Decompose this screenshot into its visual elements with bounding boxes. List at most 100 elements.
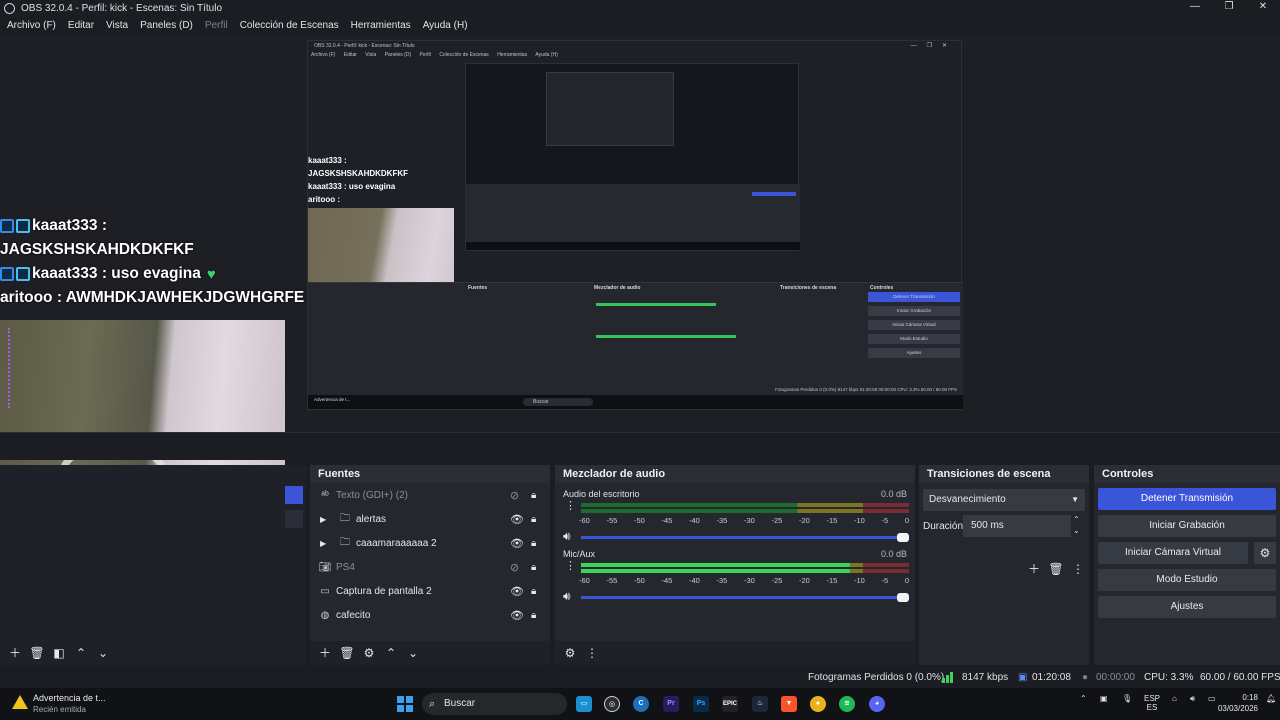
gear-icon[interactable]: ⚙ [1254,542,1276,564]
lock-icon[interactable]: 🔒︎ [531,490,536,501]
stop-stream-button[interactable]: Detener Transmisión [1098,488,1276,510]
close-button[interactable]: ✕ [1246,0,1280,16]
source-down-button[interactable]: ⌄ [402,643,424,663]
network-icon[interactable]: ⌂ [1172,694,1177,703]
menu-tools[interactable]: Herramientas [346,20,416,31]
obs-taskbar-icon[interactable]: ◎ [604,696,620,712]
menu-profile[interactable]: Perfil [200,20,233,31]
add-transition-button[interactable]: ＋ [1023,559,1045,579]
studio-mode-button[interactable]: Modo Estudio [1098,569,1276,591]
chevron-down-icon[interactable]: ⌄ [1073,525,1080,536]
volume-slider[interactable] [581,593,909,602]
photoshop-icon[interactable]: Ps [693,696,709,712]
premiere-icon[interactable]: Pr [663,696,679,712]
menu-docks[interactable]: Paneles (D) [135,20,198,31]
start-recording-button[interactable]: Iniciar Grabación [1098,515,1276,537]
volume-slider[interactable] [581,533,909,542]
add-scene-button[interactable]: ＋ [4,643,26,663]
volume-slider-knob[interactable] [897,533,909,542]
start-virtual-camera-button[interactable]: Iniciar Cámara Virtual [1098,542,1248,564]
eye-hidden-icon[interactable]: ⊘ [510,489,519,502]
expand-arrow-icon[interactable]: ▶ [320,539,330,548]
tray-chevron-icon[interactable]: ⌃ [1080,694,1087,703]
tick-label: -60 [579,576,590,585]
source-group[interactable]: ▶ 🗀 alertas 👁︎ 🔒︎ [310,507,550,531]
eye-icon[interactable]: 👁︎ [510,513,524,526]
settings-button[interactable]: Ajustes [1098,596,1276,618]
scene-filter-button[interactable]: ◧ [48,643,70,663]
source-item[interactable]: ◍ cafecito 👁︎ 🔒︎ [310,603,550,627]
remove-scene-button[interactable]: 🗑 [26,643,48,663]
preview-canvas[interactable]: OBS 32.0.4 - Perfil: kick - Escenas: Sin… [0,36,1280,530]
epic-games-icon[interactable]: EPIC [722,696,738,712]
spotify-icon[interactable]: ≋ [839,696,855,712]
scene-up-button[interactable]: ⌃ [70,643,92,663]
remove-transition-button[interactable]: 🗑 [1045,559,1067,579]
source-item[interactable]: 📷︎ PS4 ⊘ 🔒︎ [310,555,550,579]
lock-icon[interactable]: 🔒︎ [531,514,536,525]
mixer-body: Audio del escritorio 0.0 dB ⋮ -60 -55 -50-… [555,483,915,641]
lock-icon[interactable]: 🔒︎ [531,586,536,597]
steam-icon[interactable]: ♨ [752,696,768,712]
eye-icon[interactable]: 👁︎ [510,585,524,598]
language-indicator[interactable]: ESP ES [1144,694,1160,712]
source-item[interactable]: ᵃᵇ Texto (GDI+) (2) ⊘ 🔒︎ [310,483,550,507]
menu-edit[interactable]: Editar [63,20,99,31]
lock-icon[interactable]: 🔒︎ [531,610,536,621]
windows-start-icon[interactable] [397,696,413,712]
brave-icon[interactable]: ▼ [781,696,797,712]
source-item[interactable]: ▭ Captura de pantalla 2 👁︎ 🔒︎ [310,579,550,603]
scene-item[interactable] [285,510,303,528]
more-options-icon[interactable]: ⋮ [565,501,576,512]
microphone-icon[interactable]: 🎙︎ [1122,694,1132,703]
system-clock[interactable]: 0:18 03/03/2026 [1218,692,1258,714]
menu-view[interactable]: Vista [101,20,133,31]
transition-menu-icon[interactable]: ⋮ [1067,559,1089,579]
nested-menu-item: Paneles (D) [384,52,412,58]
tray-app-icon[interactable]: ▣ [1100,694,1108,703]
expand-arrow-icon[interactable]: ▶ [320,515,330,524]
chrome-icon[interactable]: ● [810,696,826,712]
chevron-up-icon[interactable]: ⌃ [1073,514,1080,525]
speaker-icon[interactable]: 🔊︎ [563,589,571,604]
more-options-icon[interactable]: ⋮ [565,561,576,572]
capcut-icon[interactable]: C [633,696,649,712]
duration-input[interactable]: 500 ms [963,515,1071,537]
speaker-icon[interactable]: 🔊︎ [563,529,571,544]
desktop-app-icon[interactable]: ▭ [576,696,592,712]
discord-icon[interactable]: ◕ [869,696,885,712]
scene-item-selected[interactable] [285,486,303,504]
mixer-menu-icon[interactable]: ⋮ [581,643,603,663]
tick-label: 0 [904,516,909,525]
duration-spinner[interactable]: ⌃ ⌄ [1073,514,1080,536]
preview-area[interactable]: OBS 32.0.4 - Perfil: kick - Escenas: Sin… [0,36,1280,530]
notification-title[interactable]: Advertencia de t... [33,693,106,703]
volume-slider-knob[interactable] [897,593,909,602]
source-up-button[interactable]: ⌃ [380,643,402,663]
lock-icon[interactable]: 🔒︎ [531,562,536,573]
source-properties-button[interactable]: ⚙ [358,643,380,663]
menu-file[interactable]: Archivo (F) [2,20,61,31]
clock-time: 0:18 [1242,693,1258,702]
volume-icon[interactable]: 🔊︎ [1190,694,1195,704]
menu-help[interactable]: Ayuda (H) [418,20,473,31]
advanced-audio-icon[interactable]: ⚙ [559,643,581,663]
eye-icon[interactable]: 👁︎ [510,537,524,550]
notification-bell-icon[interactable]: 🔔︎ [1266,694,1276,703]
lock-icon[interactable]: 🔒︎ [531,538,536,549]
nested-control-button: Modo Estudio [868,334,960,344]
eye-icon[interactable]: 👁︎ [510,609,524,622]
transition-select[interactable]: Desvanecimiento ▼ [923,489,1085,511]
tick-label: -40 [689,576,700,585]
eye-hidden-icon[interactable]: ⊘ [510,561,519,574]
minimize-button[interactable]: — [1178,0,1212,16]
scene-down-button[interactable]: ⌄ [92,643,114,663]
taskbar-search[interactable]: ⌕ Buscar [422,693,567,715]
remove-source-button[interactable]: 🗑 [336,643,358,663]
maximize-button[interactable]: ❐ [1212,0,1246,16]
source-group[interactable]: ▶ 🗀 caaamaraaaaaa 2 👁︎ 🔒︎ [310,531,550,555]
folder-icon: 🗀 [340,512,350,524]
menu-scene-collection[interactable]: Colección de Escenas [235,20,344,31]
add-source-button[interactable]: ＋ [314,643,336,663]
battery-icon[interactable]: ▭ [1208,694,1216,703]
